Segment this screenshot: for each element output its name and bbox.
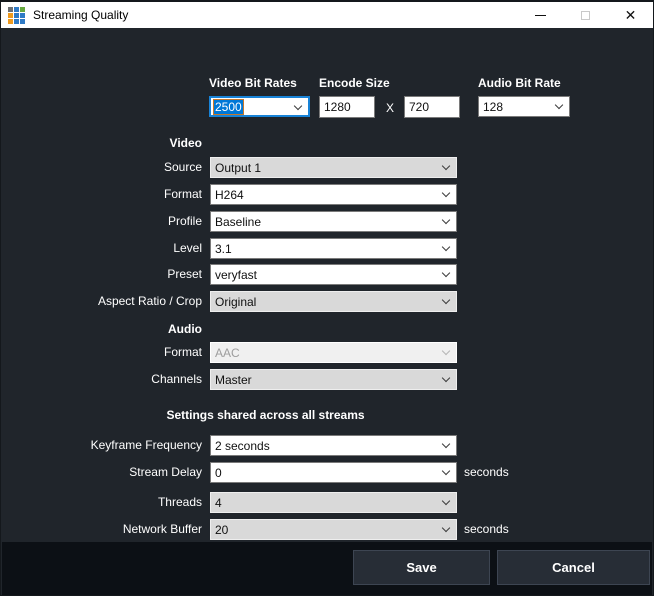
- encode-height-value: 720: [409, 100, 429, 114]
- network-buffer-value: 20: [215, 523, 228, 537]
- stream-delay-combobox[interactable]: 0: [210, 462, 457, 483]
- chevron-down-icon[interactable]: [442, 296, 450, 304]
- format-combobox[interactable]: H264: [210, 184, 457, 205]
- audio-format-label: Format: [2, 342, 202, 363]
- streaming-quality-dialog: Streaming Quality ✕ Video Bit Rates Enco…: [0, 0, 654, 596]
- encode-size-separator: X: [386, 101, 394, 115]
- keyframe-frequency-value: 2 seconds: [215, 439, 270, 453]
- profile-label: Profile: [2, 211, 202, 232]
- level-value: 3.1: [215, 242, 232, 256]
- chevron-down-icon[interactable]: [442, 440, 450, 448]
- chevron-down-icon[interactable]: [442, 497, 450, 505]
- dialog-footer: Save Cancel: [2, 542, 652, 595]
- minimize-icon: [535, 15, 546, 16]
- maximize-icon: [581, 11, 590, 20]
- shared-settings-header: Settings shared across all streams: [2, 408, 529, 422]
- video-bit-rate-combobox[interactable]: 2500: [209, 96, 310, 117]
- threads-combobox[interactable]: 4: [210, 492, 457, 513]
- network-buffer-label: Network Buffer: [2, 519, 202, 540]
- preset-label: Preset: [2, 264, 202, 285]
- source-label: Source: [2, 157, 202, 178]
- format-value: H264: [215, 188, 244, 202]
- chevron-down-icon[interactable]: [294, 102, 302, 110]
- profile-combobox[interactable]: Baseline: [210, 211, 457, 232]
- encode-size-label: Encode Size: [319, 76, 390, 90]
- chevron-down-icon[interactable]: [442, 467, 450, 475]
- stream-delay-label: Stream Delay: [2, 462, 202, 483]
- channels-combobox[interactable]: Master: [210, 369, 457, 390]
- level-label: Level: [2, 238, 202, 259]
- video-bit-rate-value: 2500: [214, 100, 243, 114]
- video-section-header: Video: [2, 136, 202, 150]
- video-bit-rates-label: Video Bit Rates: [209, 76, 297, 90]
- chevron-down-icon[interactable]: [555, 101, 563, 109]
- audio-bit-rate-combobox[interactable]: 128: [478, 96, 570, 117]
- maximize-button: [563, 2, 608, 28]
- audio-format-combobox: AAC: [210, 342, 457, 363]
- audio-bit-rate-label: Audio Bit Rate: [478, 76, 561, 90]
- encode-height-input[interactable]: 720: [404, 96, 460, 118]
- network-buffer-combobox[interactable]: 20: [210, 519, 457, 540]
- chevron-down-icon: [442, 347, 450, 355]
- save-button[interactable]: Save: [353, 550, 490, 585]
- stream-delay-suffix: seconds: [464, 462, 509, 483]
- close-button[interactable]: ✕: [608, 2, 653, 28]
- chevron-down-icon[interactable]: [442, 269, 450, 277]
- preset-combobox[interactable]: veryfast: [210, 264, 457, 285]
- close-icon: ✕: [625, 8, 637, 22]
- source-combobox[interactable]: Output 1: [210, 157, 457, 178]
- level-combobox[interactable]: 3.1: [210, 238, 457, 259]
- vmix-logo-icon: [8, 7, 25, 24]
- chevron-down-icon[interactable]: [442, 162, 450, 170]
- chevron-down-icon[interactable]: [442, 374, 450, 382]
- chevron-down-icon[interactable]: [442, 243, 450, 251]
- threads-value: 4: [215, 496, 222, 510]
- aspect-ratio-crop-combobox[interactable]: Original: [210, 291, 457, 312]
- keyframe-frequency-label: Keyframe Frequency: [2, 435, 202, 456]
- channels-label: Channels: [2, 369, 202, 390]
- aspect-ratio-crop-label: Aspect Ratio / Crop: [2, 291, 202, 312]
- audio-format-value: AAC: [215, 346, 240, 360]
- threads-label: Threads: [2, 492, 202, 513]
- minimize-button[interactable]: [518, 2, 563, 28]
- chevron-down-icon[interactable]: [442, 524, 450, 532]
- aspect-ratio-crop-value: Original: [215, 295, 256, 309]
- chevron-down-icon[interactable]: [442, 189, 450, 197]
- channels-value: Master: [215, 373, 252, 387]
- dialog-body: Video Bit Rates Encode Size Audio Bit Ra…: [2, 30, 652, 542]
- window-title: Streaming Quality: [33, 8, 128, 22]
- source-value: Output 1: [215, 161, 261, 175]
- encode-width-input[interactable]: 1280: [319, 96, 375, 118]
- title-bar: Streaming Quality ✕: [1, 2, 653, 28]
- chevron-down-icon[interactable]: [442, 216, 450, 224]
- window-controls: ✕: [518, 2, 653, 28]
- audio-bit-rate-value: 128: [483, 100, 503, 114]
- keyframe-frequency-combobox[interactable]: 2 seconds: [210, 435, 457, 456]
- preset-value: veryfast: [215, 268, 257, 282]
- stream-delay-value: 0: [215, 466, 222, 480]
- cancel-button[interactable]: Cancel: [497, 550, 650, 585]
- network-buffer-suffix: seconds: [464, 519, 509, 540]
- encode-width-value: 1280: [324, 100, 351, 114]
- profile-value: Baseline: [215, 215, 261, 229]
- audio-section-header: Audio: [2, 322, 202, 336]
- format-label: Format: [2, 184, 202, 205]
